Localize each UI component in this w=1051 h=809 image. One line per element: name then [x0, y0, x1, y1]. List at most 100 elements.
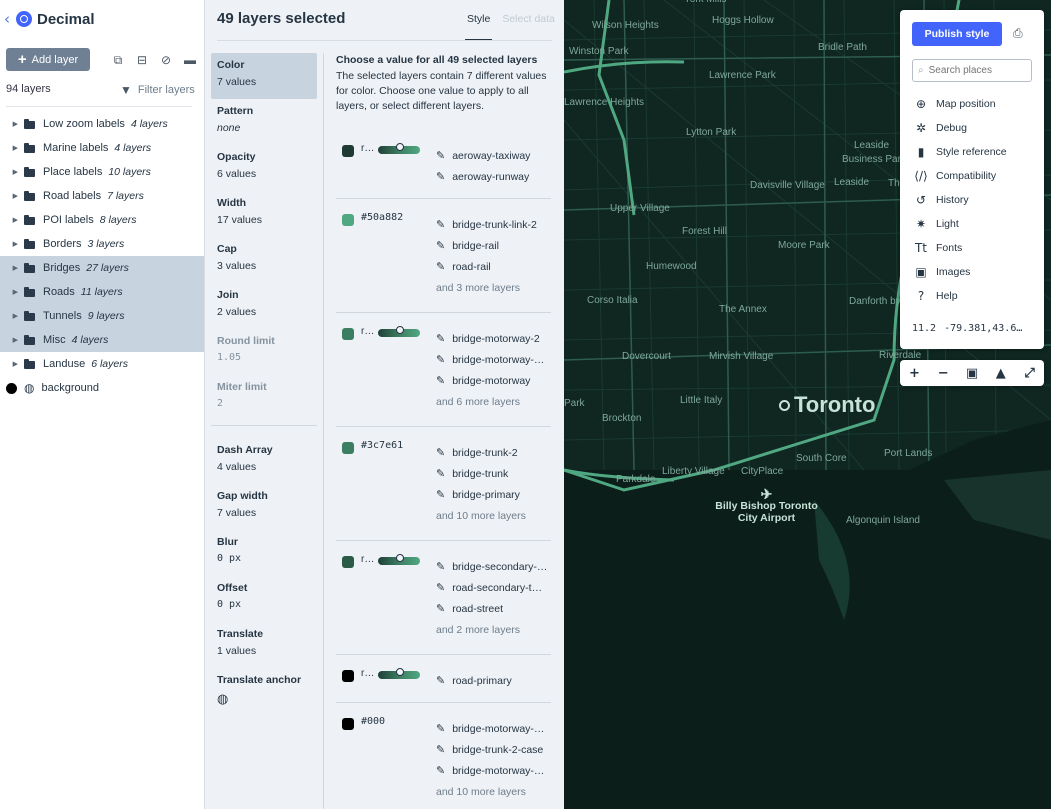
value-group[interactable]: #3c7e61 ✎ bridge-trunk-2 ✎ bridge-trunk ✎ brid…: [336, 427, 551, 541]
layer-group-row[interactable]: ▶ Low zoom labels 4 layers: [0, 112, 204, 136]
layer-item[interactable]: ✎ aeroway-runway: [436, 166, 551, 187]
back-chevron-icon[interactable]: ‹: [4, 11, 16, 27]
more-layers-link[interactable]: and 3 more layers: [436, 282, 551, 294]
layer-item[interactable]: ✎ bridge-rail: [436, 235, 551, 256]
more-layers-link[interactable]: and 10 more layers: [436, 510, 551, 522]
layer-item[interactable]: ✎ bridge-primary: [436, 484, 551, 505]
layer-item[interactable]: ✎ bridge-trunk: [436, 463, 551, 484]
value-group[interactable]: r… ✎ bridge-secondary-… ✎ road-secondary-t… ✎…: [336, 541, 551, 655]
layer-item[interactable]: ✎ bridge-secondary-…: [436, 556, 551, 577]
property-dash-array[interactable]: Dash Array 4 values: [211, 438, 317, 484]
menu-item-help[interactable]: ? Help: [913, 284, 1007, 308]
property-round-limit[interactable]: Round limit 1.05: [211, 329, 317, 375]
color-ramp-slider[interactable]: [378, 326, 420, 337]
group-icon[interactable]: ⊟: [130, 52, 154, 68]
expand-caret-icon[interactable]: ▶: [0, 168, 24, 176]
layer-item[interactable]: ✎ road-street: [436, 598, 551, 619]
zoom-in-icon[interactable]: +: [900, 360, 929, 386]
color-swatch[interactable]: [342, 718, 354, 730]
color-swatch[interactable]: [342, 328, 354, 340]
duplicate-icon[interactable]: ⧉: [106, 52, 130, 68]
property-blur[interactable]: Blur 0 px: [211, 530, 317, 576]
value-group[interactable]: r… ✎ bridge-motorway-2 ✎ bridge-motorway-… ✎ b…: [336, 313, 551, 427]
property-cap[interactable]: Cap 3 values: [211, 237, 317, 283]
color-swatch[interactable]: [342, 670, 354, 682]
menu-item-fonts[interactable]: Tt Fonts: [913, 236, 1007, 260]
expand-caret-icon[interactable]: ▶: [0, 120, 24, 128]
publish-style-button[interactable]: Publish style: [912, 22, 1002, 46]
property-translate[interactable]: Translate 1 values: [211, 622, 317, 668]
layer-item[interactable]: ✎ bridge-motorway: [436, 370, 551, 391]
menu-item-images[interactable]: ▣ Images: [913, 260, 1007, 284]
compass-icon[interactable]: ▲: [986, 360, 1015, 386]
layer-item[interactable]: ✎ road-secondary-t…: [436, 577, 551, 598]
trash-icon[interactable]: ▬: [178, 52, 202, 68]
expand-caret-icon[interactable]: ▶: [0, 288, 24, 296]
menu-item-compatibility[interactable]: ⟨/⟩ Compatibility: [913, 164, 1007, 188]
layer-item[interactable]: ✎ bridge-trunk-link-2: [436, 214, 551, 235]
color-swatch[interactable]: [342, 442, 354, 454]
property-pattern[interactable]: Pattern none: [211, 99, 317, 145]
layer-group-row[interactable]: ▶ Marine labels 4 layers: [0, 136, 204, 160]
layer-group-row[interactable]: ▶ Borders 3 layers: [0, 232, 204, 256]
filter-layers-button[interactable]: ▼ Filter layers: [120, 83, 195, 97]
menu-item-history[interactable]: ↺ History: [913, 188, 1007, 212]
menu-item-debug[interactable]: ✲ Debug: [913, 116, 1007, 140]
layer-item[interactable]: ✎ road-rail: [436, 256, 551, 277]
expand-caret-icon[interactable]: ▶: [0, 336, 24, 344]
color-ramp-slider[interactable]: [378, 668, 420, 679]
hide-icon[interactable]: ⊘: [154, 52, 178, 68]
layer-row-background[interactable]: ◍ background: [0, 376, 204, 400]
lock-icon[interactable]: ▣: [958, 360, 987, 386]
property-offset[interactable]: Offset 0 px: [211, 576, 317, 622]
more-layers-link[interactable]: and 10 more layers: [436, 786, 551, 798]
layer-item[interactable]: ✎ bridge-motorway-…: [436, 349, 551, 370]
value-group[interactable]: r… ✎ road-primary: [336, 655, 551, 703]
layer-group-row[interactable]: ▶ Landuse 6 layers: [0, 352, 204, 376]
print-icon[interactable]: ⎙: [1013, 26, 1027, 40]
layer-item[interactable]: ✎ aeroway-taxiway: [436, 145, 551, 166]
expand-caret-icon[interactable]: ▶: [0, 360, 24, 368]
value-group[interactable]: #000 ✎ bridge-motorway-… ✎ bridge-trunk-2-ca…: [336, 703, 551, 809]
layer-item[interactable]: ✎ bridge-motorway-2: [436, 328, 551, 349]
property-opacity[interactable]: Opacity 6 values: [211, 145, 317, 191]
layer-item[interactable]: ✎ bridge-motorway-…: [436, 718, 551, 739]
color-swatch[interactable]: [342, 214, 354, 226]
layer-group-row[interactable]: ▶ POI labels 8 layers: [0, 208, 204, 232]
color-ramp-slider[interactable]: [378, 143, 420, 154]
property-color[interactable]: Color 7 values: [211, 53, 317, 99]
property-miter-limit[interactable]: Miter limit 2: [211, 375, 317, 421]
search-places-field[interactable]: ⌕: [912, 59, 1032, 82]
layer-group-row[interactable]: ▶ Road labels 7 layers: [0, 184, 204, 208]
layer-item[interactable]: ✎ bridge-motorway-…: [436, 760, 551, 781]
layer-group-row[interactable]: ▶ Bridges 27 layers: [0, 256, 204, 280]
layer-item[interactable]: ✎ bridge-trunk-2-case: [436, 739, 551, 760]
value-group[interactable]: #50a882 ✎ bridge-trunk-link-2 ✎ bridge-rail ✎…: [336, 199, 551, 313]
zoom-out-icon[interactable]: −: [929, 360, 958, 386]
property-gap-width[interactable]: Gap width 7 values: [211, 484, 317, 530]
more-layers-link[interactable]: and 2 more layers: [436, 624, 551, 636]
tab-style[interactable]: Style: [464, 13, 493, 41]
property-translate-anchor[interactable]: Translate anchor ◍: [211, 668, 317, 714]
layer-item[interactable]: ✎ bridge-trunk-2: [436, 442, 551, 463]
expand-caret-icon[interactable]: ▶: [0, 264, 24, 272]
expand-caret-icon[interactable]: ▶: [0, 240, 24, 248]
menu-item-style-reference[interactable]: ▮ Style reference: [913, 140, 1007, 164]
property-width[interactable]: Width 17 values: [211, 191, 317, 237]
menu-item-map-position[interactable]: ⊕ Map position: [913, 92, 1007, 116]
tab-select-data[interactable]: Select data: [502, 13, 555, 25]
value-group[interactable]: r… ✎ aeroway-taxiway ✎ aeroway-runway: [336, 130, 551, 199]
property-join[interactable]: Join 2 values: [211, 283, 317, 329]
layer-group-row[interactable]: ▶ Place labels 10 layers: [0, 160, 204, 184]
search-places-input[interactable]: [928, 65, 1019, 76]
color-ramp-slider[interactable]: [378, 554, 420, 565]
more-layers-link[interactable]: and 6 more layers: [436, 396, 551, 408]
menu-item-light[interactable]: ✷ Light: [913, 212, 1007, 236]
expand-caret-icon[interactable]: ▶: [0, 216, 24, 224]
expand-caret-icon[interactable]: ▶: [0, 144, 24, 152]
expand-caret-icon[interactable]: ▶: [0, 312, 24, 320]
layer-group-row[interactable]: ▶ Tunnels 9 layers: [0, 304, 204, 328]
layer-group-row[interactable]: ▶ Misc 4 layers: [0, 328, 204, 352]
add-layer-button[interactable]: + Add layer: [6, 48, 90, 71]
fullscreen-icon[interactable]: ⤢: [1015, 360, 1044, 386]
